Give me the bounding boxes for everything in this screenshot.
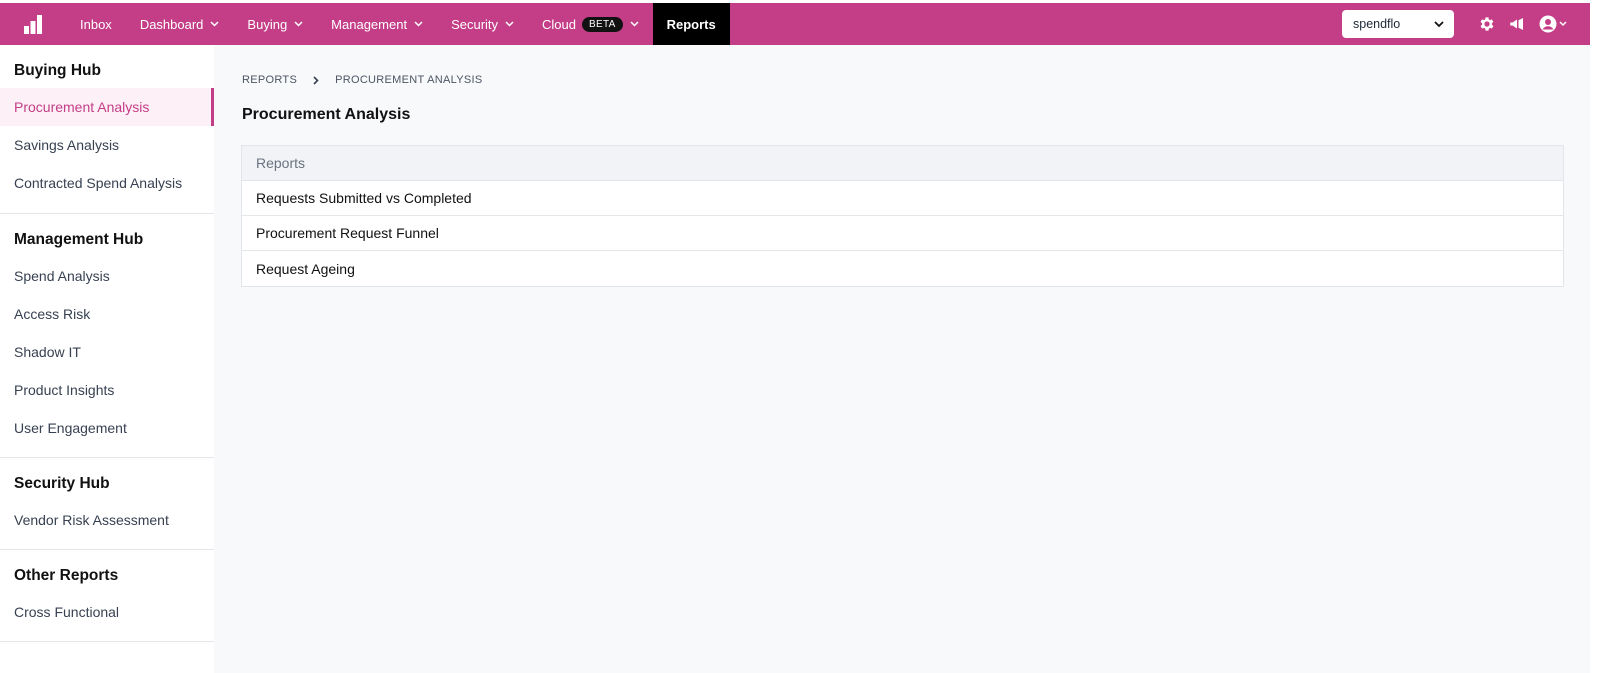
reports-table: Reports Requests Submitted vs Completed … [241,145,1564,287]
nav-security-label: Security [451,16,499,32]
nav-inbox[interactable]: Inbox [66,3,126,45]
chevron-down-icon [414,21,423,27]
settings-gear-icon[interactable] [1477,14,1497,34]
nav-inbox-label: Inbox [80,16,112,32]
sidebar-item-access-risk[interactable]: Access Risk [0,295,214,333]
main-nav: Inbox Dashboard Buying Management Securi… [66,3,730,45]
nav-management-label: Management [331,16,408,32]
sidebar-group-buying-hub: Buying Hub Procurement Analysis Savings … [0,45,214,214]
nav-cloud[interactable]: Cloud BETA [528,3,653,45]
reports-sidebar: Buying Hub Procurement Analysis Savings … [0,45,214,673]
sidebar-item-user-engagement[interactable]: User Engagement [0,409,214,447]
nav-cloud-label: Cloud [542,16,576,32]
sidebar-item-contracted-spend-analysis[interactable]: Contracted Spend Analysis [0,164,214,202]
chevron-down-icon [630,21,639,27]
nav-reports[interactable]: Reports [652,3,730,45]
chevron-down-icon [505,21,514,27]
top-navigation-bar: Inbox Dashboard Buying Management Securi… [0,3,1590,45]
nav-buying-label: Buying [247,16,288,32]
tenant-select-value: spendflo [1353,17,1401,31]
sidebar-group-security-hub: Security Hub Vendor Risk Assessment [0,458,214,550]
sidebar-item-cross-functional[interactable]: Cross Functional [0,593,214,631]
user-avatar-icon[interactable] [1538,14,1570,34]
sidebar-group-other-reports: Other Reports Cross Functional [0,550,214,642]
nav-management[interactable]: Management [317,3,437,45]
chevron-right-icon [313,75,319,85]
sidebar-item-product-insights[interactable]: Product Insights [0,371,214,409]
nav-dashboard[interactable]: Dashboard [126,3,234,45]
nav-security[interactable]: Security [437,3,528,45]
app-logo-icon[interactable] [0,3,66,45]
main-content: REPORTS PROCUREMENT ANALYSIS Procurement… [214,45,1600,673]
table-header: Reports [242,146,1563,181]
window-edge [1590,0,1600,673]
beta-badge: BETA [582,16,623,32]
sidebar-item-procurement-analysis[interactable]: Procurement Analysis [0,88,214,126]
sidebar-item-shadow-it[interactable]: Shadow IT [0,333,214,371]
sidebar-group-title: Buying Hub [14,62,101,79]
table-row[interactable]: Requests Submitted vs Completed [242,181,1563,216]
sidebar-group-title: Other Reports [14,567,119,584]
sidebar-group-management-hub: Management Hub Spend Analysis Access Ris… [0,214,214,458]
chevron-down-icon [1434,17,1444,31]
chevron-down-icon [294,21,303,27]
page-title: Procurement Analysis [242,106,411,123]
sidebar-item-savings-analysis[interactable]: Savings Analysis [0,126,214,164]
sidebar-item-vendor-risk-assessment[interactable]: Vendor Risk Assessment [0,501,214,539]
breadcrumb: REPORTS PROCUREMENT ANALYSIS [242,74,482,86]
table-row[interactable]: Request Ageing [242,251,1563,286]
breadcrumb-item-current: PROCUREMENT ANALYSIS [335,74,483,86]
chevron-down-icon [210,21,219,27]
tenant-select[interactable]: spendflo [1342,10,1454,38]
sidebar-group-title: Management Hub [14,231,144,248]
nav-reports-label: Reports [666,16,716,32]
sidebar-item-spend-analysis[interactable]: Spend Analysis [0,257,214,295]
breadcrumb-item-reports[interactable]: REPORTS [242,74,297,86]
nav-dashboard-label: Dashboard [139,16,204,32]
nav-buying[interactable]: Buying [233,3,317,45]
megaphone-icon[interactable] [1507,14,1527,34]
sidebar-group-title: Security Hub [14,475,110,492]
table-row[interactable]: Procurement Request Funnel [242,216,1563,251]
